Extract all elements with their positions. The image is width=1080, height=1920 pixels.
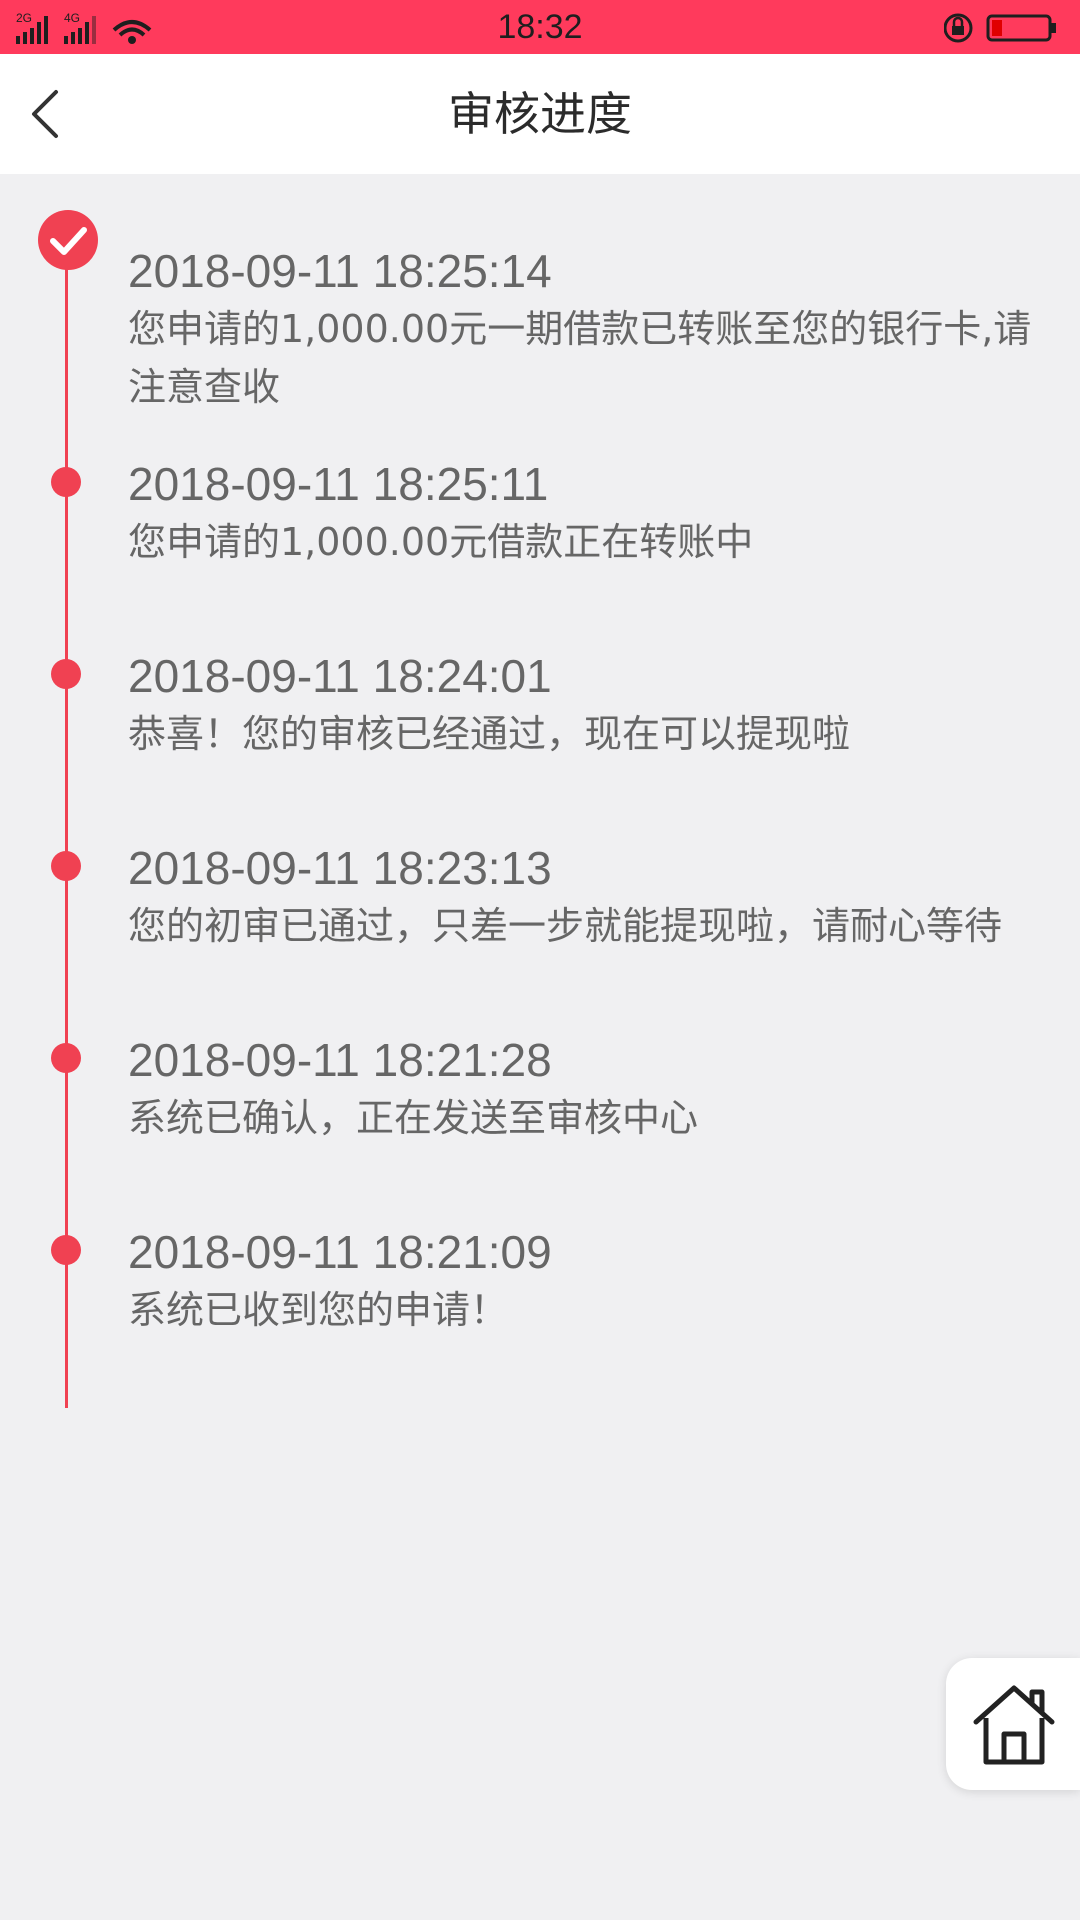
timeline-time: 2018-09-11 18:21:09: [128, 1226, 552, 1278]
timeline-dot: [51, 659, 81, 689]
timeline-time: 2018-09-11 18:25:11: [128, 458, 549, 510]
timeline-desc: 您申请的1,000.00元借款正在转账中: [128, 520, 754, 564]
timeline-dot: [51, 1043, 81, 1073]
status-bar: 2G 4G 18:32: [0, 0, 1080, 54]
timeline-dot: [51, 1235, 81, 1265]
back-button[interactable]: [20, 84, 80, 144]
timeline-desc: 系统已收到您的申请！: [128, 1288, 509, 1332]
timeline-time: 2018-09-11 18:23:13: [128, 842, 552, 894]
battery-icon: [944, 13, 1056, 43]
nav-bar: 审核进度: [0, 54, 1080, 174]
timeline-desc: 恭喜！您的审核已经通过，现在可以提现啦: [128, 712, 851, 756]
timeline-desc: 系统已确认，正在发送至审核中心: [128, 1096, 699, 1140]
timeline-desc: 您的初审已通过，只差一步就能提现啦，请耐心等待: [128, 904, 1003, 948]
timeline-time: 2018-09-11 18:21:28: [128, 1034, 552, 1086]
timeline-line: [65, 244, 68, 1408]
page-title: 审核进度: [448, 87, 632, 141]
timeline-desc: 您申请的1,000.00元一期借款已转账至您的银行卡,请注意查收: [128, 307, 1032, 409]
timeline-time: 2018-09-11 18:24:01: [128, 650, 552, 702]
timeline-dot: [51, 467, 81, 497]
home-button[interactable]: [946, 1658, 1080, 1790]
progress-timeline: 2018-09-11 18:25:14 您申请的1,000.00元一期借款已转账…: [0, 174, 1080, 1414]
home-icon: [973, 1685, 1055, 1765]
chevron-left-icon: [32, 90, 58, 138]
status-time: 18:32: [497, 8, 583, 46]
timeline-dot: [51, 851, 81, 881]
check-circle-icon: [38, 210, 98, 270]
timeline-time: 2018-09-11 18:25:14: [128, 245, 552, 297]
